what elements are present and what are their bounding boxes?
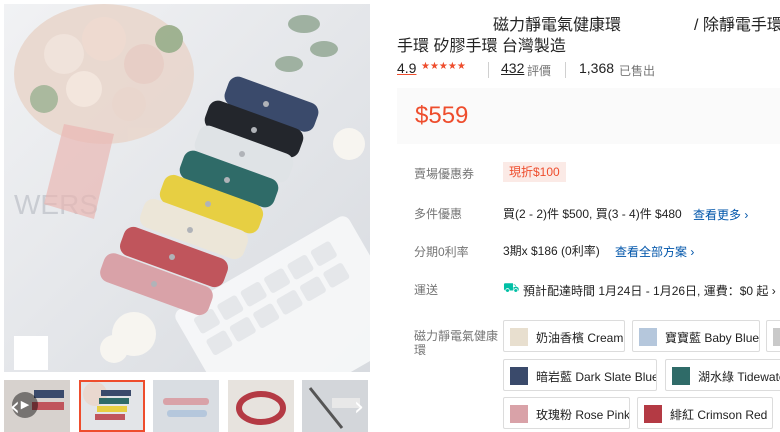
variant-option-label: 玫瑰粉 Rose Pink bbox=[536, 408, 630, 422]
photo-overlay-square bbox=[14, 336, 48, 370]
variant-swatch bbox=[644, 405, 662, 423]
product-info-panel: 磁力靜電氣健康環 / 除靜電手環 手環 矽膠手環 台灣製造 4.9 ★★★★★ … bbox=[397, 0, 780, 432]
shipping-label: 運送 bbox=[414, 283, 439, 297]
variant-option-more[interactable] bbox=[766, 320, 780, 352]
star-rating-icon: ★★★★★ bbox=[421, 61, 466, 72]
thumbnail-image bbox=[81, 382, 143, 430]
coupon-label: 賣場優惠券 bbox=[414, 167, 475, 181]
thumbnail-image bbox=[153, 380, 219, 432]
variant-swatch bbox=[510, 328, 528, 346]
variant-option-label: 暗岩藍 Dark Slate Blue bbox=[536, 370, 657, 384]
variant-option[interactable]: 湖水綠 Tidewater bbox=[665, 359, 780, 391]
bundle-value: 買(2 - 2)件 $500, 買(3 - 4)件 $480 bbox=[503, 207, 682, 221]
variant-option-label: 寶寶藍 Baby Blue bbox=[665, 331, 760, 345]
reviews-count[interactable]: 432 bbox=[501, 60, 524, 76]
variant-swatch bbox=[510, 367, 528, 385]
thumbnail-prev-arrow[interactable]: ‹ bbox=[4, 392, 26, 422]
bundle-more-link[interactable]: 查看更多 › bbox=[693, 206, 748, 223]
thumbnail-image bbox=[228, 380, 294, 432]
truck-icon: ⛟ bbox=[503, 281, 520, 296]
variant-option[interactable]: 暗岩藍 Dark Slate Blue bbox=[503, 359, 657, 391]
installment-plans-link[interactable]: 查看全部方案 › bbox=[615, 243, 694, 260]
thumbnail-strip: ▶ ‹ › bbox=[4, 380, 370, 432]
thumbnail[interactable] bbox=[153, 380, 219, 432]
thumbnail[interactable] bbox=[228, 380, 294, 432]
sold-count: 1,368 bbox=[579, 60, 615, 76]
reviews-label: 評價 bbox=[527, 64, 552, 78]
variant-label: 磁力靜電氣健康環 bbox=[414, 329, 499, 357]
variant-option-label: 湖水綠 Tidewater bbox=[698, 370, 780, 384]
product-title-part2: / 除靜電手環 bbox=[694, 17, 780, 34]
coupon-badge[interactable]: 現折$100 bbox=[503, 162, 566, 182]
stats-divider bbox=[488, 62, 489, 78]
variant-swatch bbox=[639, 328, 657, 346]
variant-swatch bbox=[510, 405, 528, 423]
product-price: $559 bbox=[415, 102, 469, 129]
sold-label: 已售出 bbox=[619, 64, 656, 78]
main-product-photo[interactable]: WERS bbox=[4, 4, 370, 372]
variant-option[interactable]: 緋紅 Crimson Red bbox=[637, 397, 773, 429]
variant-swatch bbox=[773, 328, 780, 346]
installment-value: 3期x $186 (0利率) bbox=[503, 244, 600, 258]
price-section: $559 bbox=[397, 88, 780, 144]
variant-option[interactable]: 寶寶藍 Baby Blue bbox=[632, 320, 760, 352]
shipping-value[interactable]: 預計配達時間 1月24日 - 1月26日, 運費：$0 起 › bbox=[523, 282, 776, 299]
variant-option-label: 緋紅 Crimson Red bbox=[670, 408, 768, 422]
stats-divider bbox=[565, 62, 566, 78]
product-stats: 4.9 ★★★★★ 432 評價 1,368 已售出 bbox=[397, 60, 780, 80]
variant-option[interactable]: 奶油香檳 Cream bbox=[503, 320, 625, 352]
rating-value[interactable]: 4.9 bbox=[397, 60, 416, 76]
variant-option[interactable]: 玫瑰粉 Rose Pink bbox=[503, 397, 630, 429]
product-title-line2: 手環 矽膠手環 台灣製造 bbox=[397, 38, 566, 55]
variant-option-label: 奶油香檳 Cream bbox=[536, 331, 624, 345]
thumbnail-next-arrow[interactable]: › bbox=[348, 392, 370, 422]
installment-label: 分期0利率 bbox=[414, 245, 469, 259]
variant-swatch bbox=[672, 367, 690, 385]
product-photo-illustration: WERS bbox=[4, 4, 370, 372]
thumbnail-selected[interactable] bbox=[79, 380, 145, 432]
bundle-label: 多件優惠 bbox=[414, 207, 463, 221]
